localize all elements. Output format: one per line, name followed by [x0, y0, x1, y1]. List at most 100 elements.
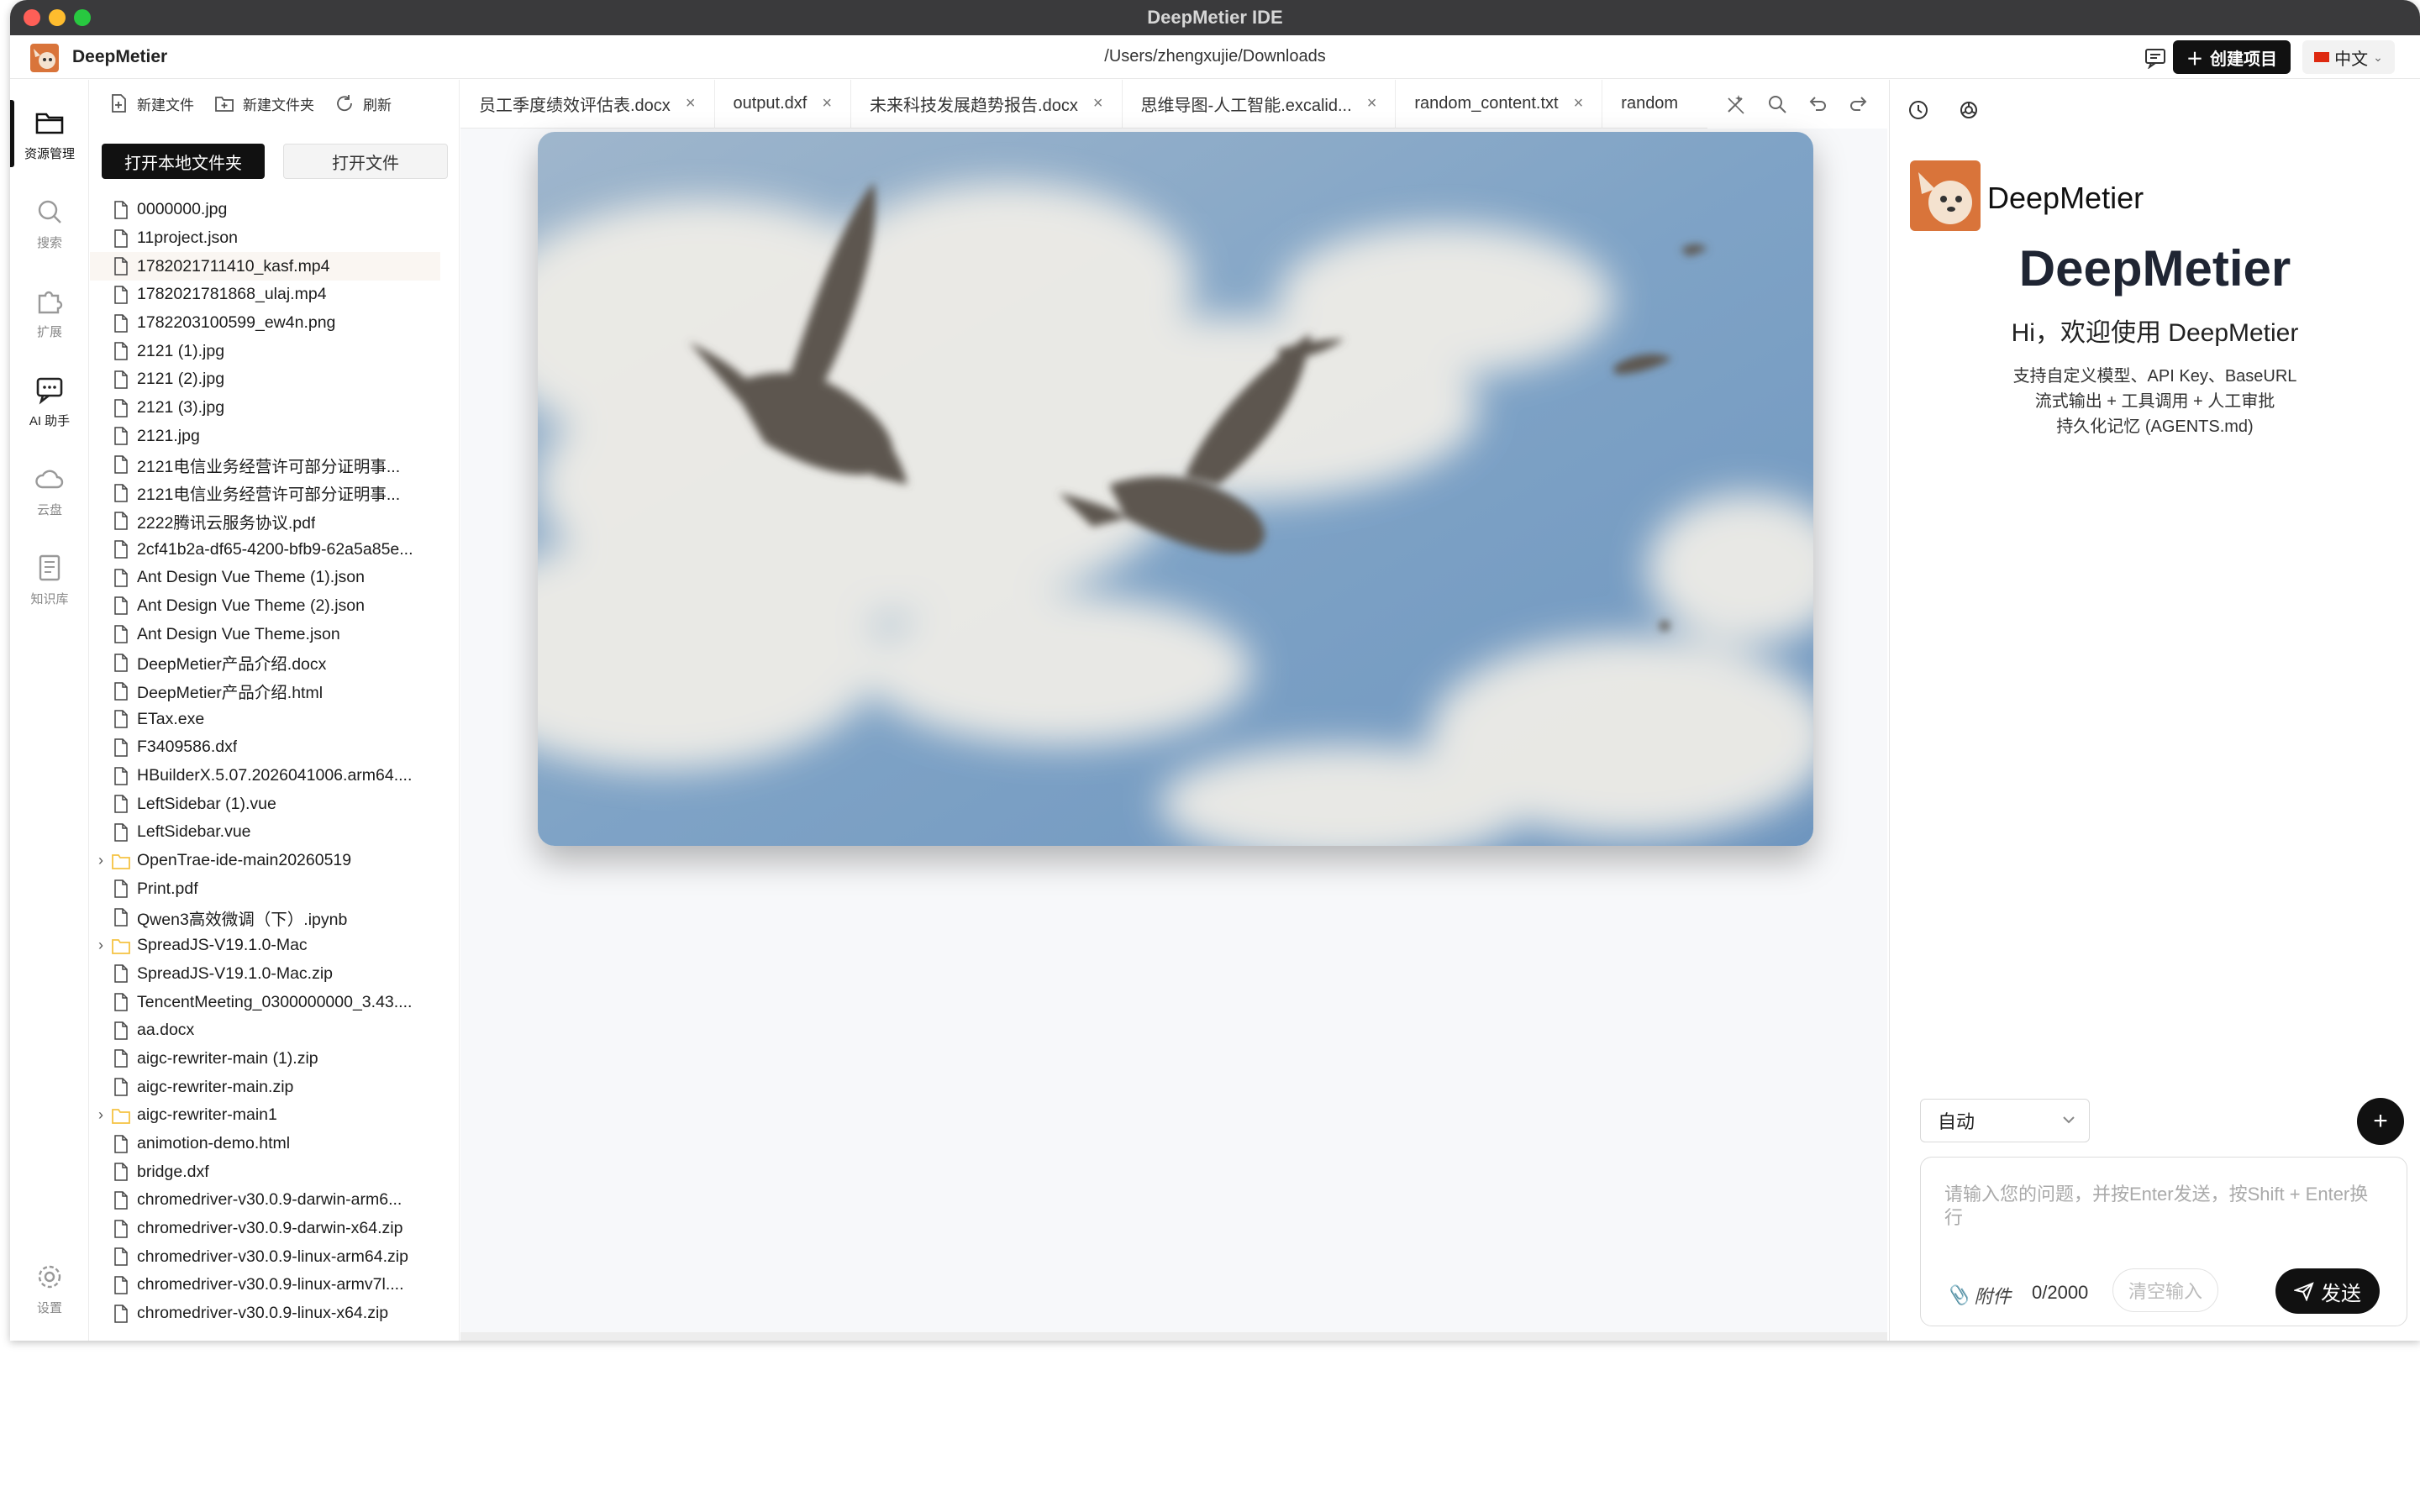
- tab-random[interactable]: random: [1602, 80, 1697, 129]
- file-item[interactable]: chromedriver-v30.0.9-linux-arm64.zip: [90, 1242, 459, 1271]
- file-item[interactable]: aigc-rewriter-main (1).zip: [90, 1045, 459, 1074]
- file-item[interactable]: SpreadJS-V19.1.0-Mac.zip: [90, 960, 459, 989]
- close-icon[interactable]: ×: [822, 94, 832, 113]
- activity-item-cloud[interactable]: 云盘: [10, 449, 89, 530]
- chevron-right-icon[interactable]: ›: [90, 852, 112, 869]
- search-icon: [38, 200, 61, 223]
- close-icon[interactable]: ×: [686, 94, 696, 113]
- close-icon[interactable]: ×: [1093, 94, 1103, 113]
- app-window: DeepMetier IDE DeepMetier /Users/zhengxu…: [10, 0, 2420, 1341]
- openai-icon[interactable]: [1957, 98, 1981, 122]
- attach-button[interactable]: 📎 附件: [1946, 1282, 2011, 1309]
- refresh-icon: [337, 95, 352, 112]
- file-item[interactable]: 2121 (1).jpg: [90, 337, 459, 365]
- folder-item[interactable]: › OpenTrae-ide-main20260519: [90, 847, 459, 875]
- activity-item-extensions[interactable]: 扩展: [10, 271, 89, 352]
- activity-item-explorer[interactable]: 资源管理: [10, 93, 89, 174]
- tab-label: 思维导图-人工智能.excalid...: [1140, 97, 1352, 115]
- file-item[interactable]: 2121 (2).jpg: [90, 365, 459, 394]
- title-bar: DeepMetier IDE: [10, 0, 2420, 35]
- file-item[interactable]: LeftSidebar.vue: [90, 818, 459, 847]
- refresh-button[interactable]: 刷新: [334, 93, 392, 114]
- redo-icon[interactable]: [1848, 93, 1870, 115]
- tab-performance-docx[interactable]: 员工季度绩效评估表.docx ×: [460, 79, 715, 129]
- file-item[interactable]: TencentMeeting_0300000000_3.43....: [90, 988, 459, 1016]
- message-icon[interactable]: [2144, 47, 2166, 69]
- file-item[interactable]: 1782203100599_ew4n.png: [90, 309, 459, 338]
- file-item[interactable]: aa.docx: [90, 1016, 459, 1045]
- file-item[interactable]: 2121电信业务经营许可部分证明事...: [90, 479, 459, 507]
- chevron-right-icon[interactable]: ›: [90, 937, 112, 954]
- tab-tech-report-docx[interactable]: 未来科技发展趋势报告.docx ×: [851, 79, 1123, 129]
- file-item[interactable]: 2121 (3).jpg: [90, 394, 459, 423]
- file-item[interactable]: LeftSidebar (1).vue: [90, 790, 459, 818]
- app-header: DeepMetier /Users/zhengxujie/Downloads ＋…: [10, 35, 2420, 79]
- activity-item-ai-assistant[interactable]: AI 助手: [10, 360, 89, 441]
- file-item[interactable]: aigc-rewriter-main.zip: [90, 1073, 459, 1101]
- search-icon[interactable]: [1766, 93, 1788, 115]
- file-item[interactable]: bridge.dxf: [90, 1158, 459, 1186]
- file-item[interactable]: 1782021781868_ulaj.mp4: [90, 281, 459, 309]
- chat-input-box[interactable]: 请输入您的问题，并按Enter发送，按Shift + Enter换行 📎 附件 …: [1920, 1157, 2407, 1326]
- file-item[interactable]: 11project.json: [90, 224, 459, 253]
- file-item[interactable]: chromedriver-v30.0.9-darwin-x64.zip: [90, 1215, 459, 1243]
- file-item[interactable]: F3409586.dxf: [90, 733, 459, 762]
- activity-item-settings[interactable]: 设置: [10, 1247, 89, 1328]
- folder-item[interactable]: › SpreadJS-V19.1.0-Mac: [90, 932, 459, 960]
- tab-output-dxf[interactable]: output.dxf ×: [715, 79, 852, 129]
- editor-scrollbar[interactable]: [460, 1332, 1887, 1341]
- file-icon: [114, 1021, 128, 1040]
- file-item[interactable]: HBuilderX.5.07.2026041006.arm64....: [90, 762, 459, 790]
- file-item[interactable]: 2cf41b2a-df65-4200-bfb9-62a5a85e...: [90, 535, 459, 564]
- close-icon[interactable]: ×: [1574, 94, 1584, 113]
- birds-photo: [538, 132, 1813, 846]
- file-item[interactable]: 2121电信业务经营许可部分证明事...: [90, 450, 459, 479]
- tab-random-content-txt[interactable]: random_content.txt ×: [1396, 79, 1603, 129]
- file-item[interactable]: DeepMetier产品介绍.docx: [90, 648, 459, 677]
- undo-icon[interactable]: [1807, 93, 1828, 115]
- magic-wand-icon[interactable]: [1725, 93, 1747, 115]
- open-local-folder-button[interactable]: 打开本地文件夹: [102, 144, 265, 179]
- chevron-down-icon: [2063, 1116, 2075, 1124]
- new-file-button[interactable]: 新建文件: [108, 93, 194, 114]
- folder-icon: [112, 938, 130, 954]
- file-item[interactable]: Ant Design Vue Theme (1).json: [90, 564, 459, 592]
- chevron-right-icon[interactable]: ›: [90, 1106, 112, 1124]
- editor-tabs: 员工季度绩效评估表.docx × output.dxf × 未来科技发展趋势报告…: [460, 79, 1887, 129]
- activity-item-knowledge[interactable]: 知识库: [10, 538, 89, 619]
- close-icon[interactable]: ×: [1367, 94, 1377, 113]
- language-select[interactable]: 中文 ⌄: [2302, 40, 2395, 74]
- file-item[interactable]: Qwen3高效微调（下）.ipynb: [90, 903, 459, 932]
- file-item[interactable]: Ant Design Vue Theme (2).json: [90, 592, 459, 621]
- file-item[interactable]: 0000000.jpg: [90, 196, 459, 224]
- open-file-button[interactable]: 打开文件: [283, 144, 448, 179]
- file-name: 2222腾讯云服务协议.pdf: [137, 513, 316, 533]
- activity-item-search[interactable]: 搜索: [10, 182, 89, 263]
- file-item[interactable]: Ant Design Vue Theme.json: [90, 620, 459, 648]
- assistant-logo-icon: [1910, 160, 1981, 231]
- file-item[interactable]: ETax.exe: [90, 705, 459, 733]
- file-item[interactable]: chromedriver-v30.0.9-linux-x64.zip: [90, 1299, 459, 1328]
- create-project-button[interactable]: ＋ 创建项目: [2173, 40, 2291, 74]
- tab-label: 员工季度绩效评估表.docx: [479, 97, 671, 115]
- new-folder-button[interactable]: 新建文件夹: [214, 93, 314, 114]
- new-folder-label: 新建文件夹: [243, 97, 314, 113]
- folder-item[interactable]: › aigc-rewriter-main1: [90, 1101, 459, 1130]
- refresh-label: 刷新: [363, 97, 392, 113]
- file-item[interactable]: DeepMetier产品介绍.html: [90, 677, 459, 706]
- send-button[interactable]: 发送: [2275, 1268, 2380, 1314]
- tab-mindmap-excalidraw[interactable]: 思维导图-人工智能.excalid... ×: [1123, 79, 1397, 129]
- file-item[interactable]: animotion-demo.html: [90, 1130, 459, 1158]
- new-chat-button[interactable]: +: [2357, 1098, 2404, 1145]
- file-item[interactable]: 1782021711410_kasf.mp4: [90, 252, 440, 281]
- history-icon[interactable]: [1907, 98, 1930, 122]
- file-item[interactable]: chromedriver-v30.0.9-linux-armv7l....: [90, 1271, 459, 1299]
- mode-select[interactable]: 自动: [1920, 1099, 2090, 1142]
- activity-label-search: 搜索: [36, 235, 62, 250]
- file-name: ETax.exe: [137, 709, 205, 728]
- file-item[interactable]: chromedriver-v30.0.9-darwin-arm6...: [90, 1186, 459, 1215]
- clear-input-button[interactable]: 清空输入: [2112, 1268, 2218, 1312]
- file-item[interactable]: Print.pdf: [90, 875, 459, 904]
- file-item[interactable]: 2222腾讯云服务协议.pdf: [90, 507, 459, 536]
- file-item[interactable]: 2121.jpg: [90, 423, 459, 451]
